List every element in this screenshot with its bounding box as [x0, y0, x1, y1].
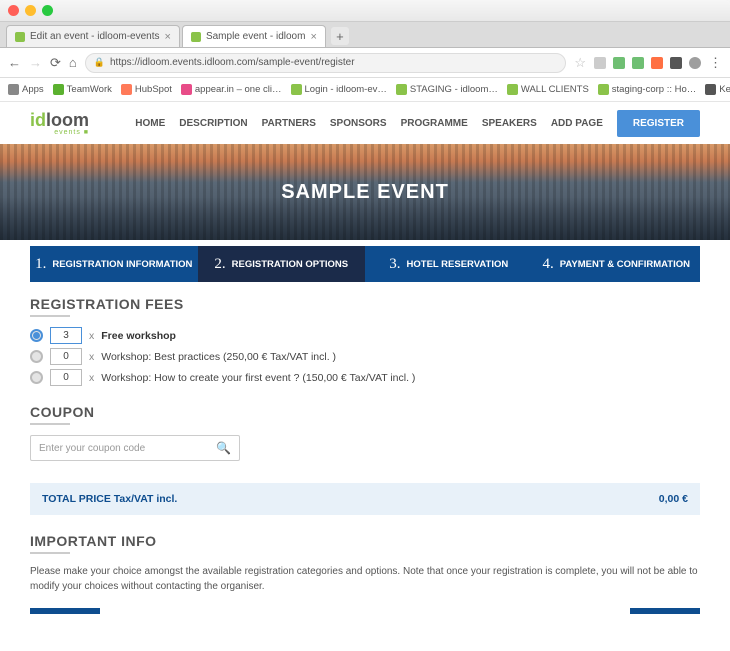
address-bar: ← → ⟳ ⌂ 🔒 https://idloom.events.idloom.c…: [0, 48, 730, 78]
step-4[interactable]: 4.PAYMENT & CONFIRMATION: [533, 246, 701, 282]
divider: [30, 423, 70, 425]
divider: [30, 552, 70, 554]
radio-unselected[interactable]: [30, 371, 43, 384]
fee-label: Workshop: How to create your first event…: [101, 372, 415, 384]
url-text: https://idloom.events.idloom.com/sample-…: [110, 57, 355, 68]
favicon-icon: [191, 32, 201, 42]
star-icon[interactable]: ☆: [574, 55, 586, 71]
forward-button[interactable]: →: [29, 55, 42, 70]
url-input[interactable]: 🔒 https://idloom.events.idloom.com/sampl…: [85, 53, 567, 73]
coupon-heading: COUPON: [30, 404, 700, 420]
tab-title: Edit an event - idloom-events: [30, 31, 160, 42]
page-content: idloom events ■ HOME DESCRIPTION PARTNER…: [0, 102, 730, 651]
back-button[interactable]: ←: [8, 55, 21, 70]
nav-link[interactable]: ADD PAGE: [551, 118, 603, 129]
total-amount: 0,00 €: [659, 493, 688, 505]
fees-heading: REGISTRATION FEES: [30, 296, 700, 312]
qty-input[interactable]: [50, 327, 82, 344]
menu-icon[interactable]: ⋮: [709, 55, 722, 71]
step-1[interactable]: 1.REGISTRATION INFORMATION: [30, 246, 198, 282]
progress-steps: 1.REGISTRATION INFORMATION 2.REGISTRATIO…: [30, 246, 700, 282]
browser-tabs: Edit an event - idloom-events × Sample e…: [0, 22, 730, 48]
ext-icon[interactable]: [613, 57, 625, 69]
reload-button[interactable]: ⟳: [50, 55, 61, 71]
radio-selected[interactable]: [30, 329, 43, 342]
footer-buttons: [30, 608, 700, 614]
info-heading: IMPORTANT INFO: [30, 533, 700, 549]
qty-input[interactable]: [50, 369, 82, 386]
prev-button[interactable]: [30, 608, 100, 614]
nav-link[interactable]: PARTNERS: [262, 118, 316, 129]
lock-icon: 🔒: [94, 57, 105, 68]
bookmark-item[interactable]: staging-corp :: Ho…: [598, 84, 696, 95]
coupon-placeholder: Enter your coupon code: [39, 443, 145, 454]
nav-link[interactable]: SPONSORS: [330, 118, 387, 129]
bookmark-item[interactable]: Login - idloom-ev…: [291, 84, 387, 95]
site-header: idloom events ■ HOME DESCRIPTION PARTNER…: [0, 102, 730, 144]
window-min-btn[interactable]: [25, 5, 36, 16]
new-tab-button[interactable]: +: [331, 27, 349, 45]
window-close-btn[interactable]: [8, 5, 19, 16]
close-icon[interactable]: ×: [310, 31, 316, 43]
extensions: [594, 57, 701, 69]
apps-button[interactable]: Apps: [8, 84, 44, 95]
window-max-btn[interactable]: [42, 5, 53, 16]
bookmark-item[interactable]: appear.in – one cli…: [181, 84, 282, 95]
ext-icon[interactable]: [632, 57, 644, 69]
close-icon[interactable]: ×: [165, 31, 171, 43]
logo[interactable]: idloom events ■: [30, 110, 89, 136]
fee-row: x Workshop: How to create your first eve…: [30, 369, 700, 386]
bookmarks-bar: Apps TeamWork HubSpot appear.in – one cl…: [0, 78, 730, 102]
fee-row: x Free workshop: [30, 327, 700, 344]
search-icon[interactable]: 🔍: [216, 441, 231, 455]
fee-row: x Workshop: Best practices (250,00 € Tax…: [30, 348, 700, 365]
home-button[interactable]: ⌂: [69, 55, 77, 70]
bookmark-item[interactable]: TeamWork: [53, 84, 112, 95]
register-button[interactable]: REGISTER: [617, 110, 700, 137]
total-bar: TOTAL PRICE Tax/VAT incl. 0,00 €: [30, 483, 700, 515]
window-titlebar: [0, 0, 730, 22]
favicon-icon: [15, 32, 25, 42]
main-nav: HOME DESCRIPTION PARTNERS SPONSORS PROGR…: [135, 110, 700, 137]
fee-label: Workshop: Best practices (250,00 € Tax/V…: [101, 351, 336, 363]
nav-link[interactable]: DESCRIPTION: [179, 118, 247, 129]
tab-title: Sample event - idloom: [206, 31, 306, 42]
info-text: Please make your choice amongst the avai…: [30, 564, 700, 594]
bookmark-item[interactable]: HubSpot: [121, 84, 172, 95]
hero-banner: SAMPLE EVENT: [0, 144, 730, 240]
nav-link[interactable]: HOME: [135, 118, 165, 129]
step-3[interactable]: 3.HOTEL RESERVATION: [365, 246, 533, 282]
bookmark-item[interactable]: STAGING - idloom…: [396, 84, 498, 95]
browser-tab[interactable]: Edit an event - idloom-events ×: [6, 25, 180, 47]
ext-icon[interactable]: [594, 57, 606, 69]
step-2-active[interactable]: 2.REGISTRATION OPTIONS: [198, 246, 366, 282]
divider: [30, 315, 70, 317]
next-button[interactable]: [630, 608, 700, 614]
radio-unselected[interactable]: [30, 350, 43, 363]
nav-link[interactable]: SPEAKERS: [482, 118, 537, 129]
nav-link[interactable]: PROGRAMME: [401, 118, 468, 129]
avatar-icon[interactable]: [689, 57, 701, 69]
total-label: TOTAL PRICE Tax/VAT incl.: [42, 493, 177, 505]
bookmark-item[interactable]: WALL CLIENTS: [507, 84, 589, 95]
ext-icon[interactable]: [670, 57, 682, 69]
event-title: SAMPLE EVENT: [281, 181, 449, 204]
ext-icon[interactable]: [651, 57, 663, 69]
fee-label: Free workshop: [101, 330, 176, 342]
browser-tab-active[interactable]: Sample event - idloom ×: [182, 25, 326, 47]
bookmark-item[interactable]: Keybate admin po…: [705, 84, 730, 95]
coupon-input[interactable]: Enter your coupon code 🔍: [30, 435, 240, 461]
qty-input[interactable]: [50, 348, 82, 365]
